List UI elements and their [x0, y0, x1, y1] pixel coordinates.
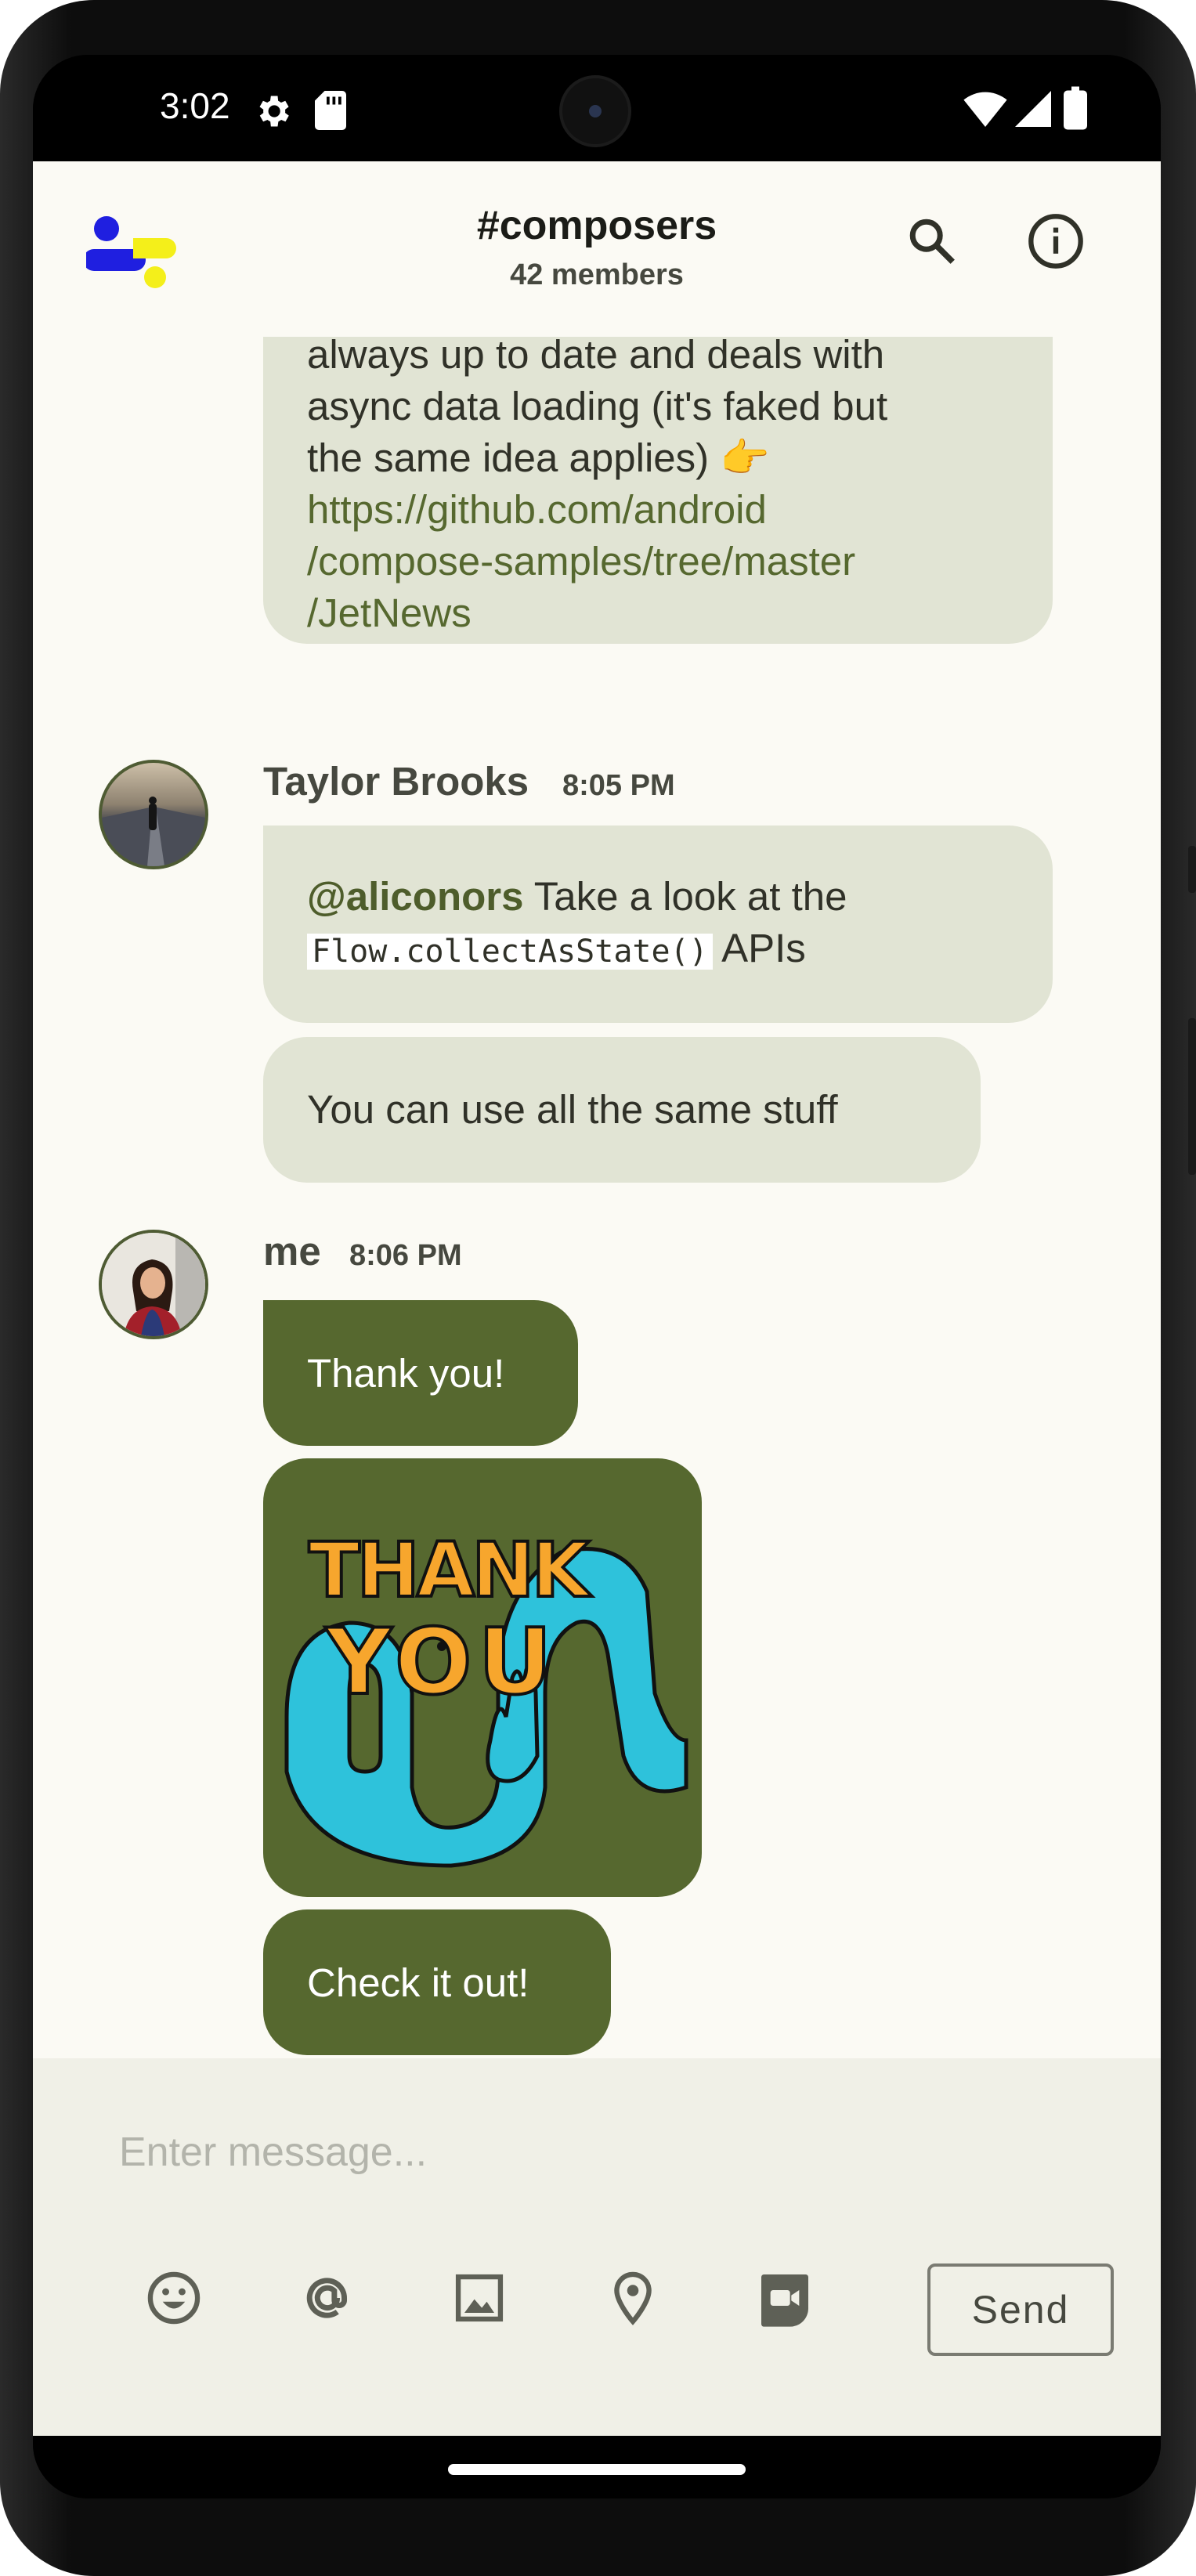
settings-icon — [259, 96, 289, 127]
mention-icon — [306, 2278, 348, 2318]
message-text: Thank you! — [307, 1351, 505, 1396]
message-text-line: the same idea applies) 👉 — [307, 435, 770, 480]
link-line[interactable]: /JetNews — [307, 587, 1028, 639]
message-text: Check it out! — [307, 1960, 529, 2005]
emoji-button[interactable] — [135, 2259, 213, 2337]
message-bubble: always up to date and deals with async d… — [263, 337, 1053, 644]
send-button[interactable]: Send — [927, 2263, 1114, 2356]
sticker-image[interactable]: THANK YOU — [263, 1458, 702, 1897]
channel-title: #composers — [476, 203, 717, 248]
emoji-icon — [147, 2271, 201, 2325]
avatar-taylor[interactable] — [99, 760, 208, 869]
status-bar: 3:02 — [33, 55, 1161, 161]
avatar-me[interactable] — [99, 1230, 208, 1339]
message-text-line: always up to date and deals with — [307, 337, 885, 377]
message-text: APIs — [712, 926, 806, 970]
composer: Enter message... Send — [33, 2058, 1161, 2436]
location-button[interactable] — [594, 2259, 672, 2337]
navigation-bar — [33, 2436, 1161, 2498]
status-time: 3:02 — [160, 85, 230, 126]
video-call-button[interactable] — [746, 2259, 824, 2337]
info-button[interactable] — [1017, 202, 1095, 280]
screen: 3:02 #composers 42 members always up to … — [33, 55, 1161, 2498]
link-line[interactable]: /compose-samples/tree/master — [307, 536, 1028, 587]
mention-button[interactable] — [288, 2259, 367, 2337]
info-icon — [1028, 214, 1083, 269]
message-bubble-own: Check it out! — [263, 1909, 611, 2055]
author-name[interactable]: Taylor Brooks — [263, 758, 529, 804]
home-gesture-handle[interactable] — [448, 2464, 746, 2475]
message-time: 8:06 PM — [349, 1239, 462, 1272]
search-icon — [909, 219, 955, 264]
chat-screen: #composers 42 members always up to date … — [33, 161, 1161, 2436]
image-icon — [455, 2274, 504, 2322]
message-link[interactable]: https://github.com/android /compose-samp… — [307, 484, 1028, 639]
mention-link[interactable]: @aliconors — [307, 874, 523, 919]
location-icon — [614, 2271, 652, 2325]
message-bubble-own: Thank you! — [263, 1300, 578, 1446]
message-bubble: @aliconors Take a look at the Flow.colle… — [263, 826, 1053, 1023]
app-bar: #composers 42 members — [33, 161, 1161, 337]
signal-icon — [1015, 91, 1051, 127]
message-text: You can use all the same stuff — [307, 1087, 838, 1132]
author-name[interactable]: me — [263, 1228, 321, 1274]
message-input[interactable]: Enter message... — [119, 2129, 427, 2176]
avatar-photo — [102, 1233, 205, 1336]
link-line[interactable]: https://github.com/android — [307, 484, 1028, 536]
thank-you-sticker: THANK YOU — [284, 1525, 688, 1868]
side-button — [1188, 846, 1196, 893]
member-count: 42 members — [510, 258, 684, 291]
video-call-icon — [761, 2274, 808, 2327]
message-text: Take a look at the — [523, 874, 847, 919]
sticker-text-thank: THANK — [309, 1526, 592, 1614]
message-text-line: async data loading (it's faked but — [307, 384, 888, 428]
battery-icon — [1064, 86, 1087, 130]
message-bubble: You can use all the same stuff — [263, 1037, 981, 1183]
avatar-photo — [102, 797, 205, 866]
phone-frame: 3:02 #composers 42 members always up to … — [0, 0, 1196, 2576]
sd-card-icon — [315, 91, 346, 130]
front-camera — [562, 78, 628, 144]
volume-button — [1188, 1018, 1196, 1175]
search-button[interactable] — [893, 202, 971, 280]
sticker-text-you: YOU — [324, 1610, 558, 1715]
wifi-icon — [963, 92, 1007, 127]
message-time: 8:05 PM — [562, 769, 675, 802]
message-list[interactable]: always up to date and deals with async d… — [33, 337, 1161, 2058]
inline-code: Flow.collectAsState() — [307, 934, 713, 970]
image-button[interactable] — [440, 2259, 519, 2337]
